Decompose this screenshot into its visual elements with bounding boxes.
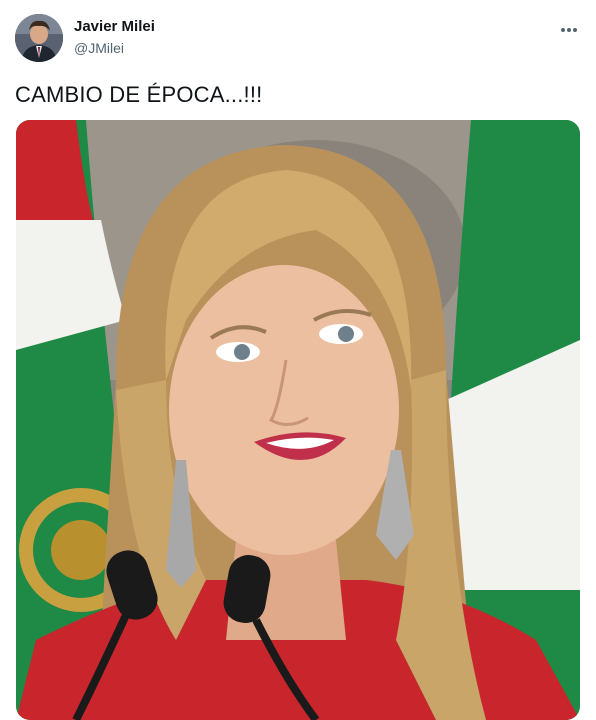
avatar[interactable]	[15, 14, 63, 62]
more-dot	[561, 28, 565, 32]
author-handle[interactable]: @JMilei	[74, 40, 124, 56]
author-name[interactable]: Javier Milei	[74, 18, 155, 35]
tweet-text: CAMBIO DE ÉPOCA...!!!	[15, 82, 263, 107]
tweet-photo[interactable]	[16, 120, 580, 720]
more-dot	[567, 28, 571, 32]
more-horizontal-icon[interactable]	[557, 20, 581, 40]
photo-illustration	[16, 120, 580, 720]
more-dot	[573, 28, 577, 32]
tweet-header: Javier Milei @JMilei	[15, 14, 581, 64]
